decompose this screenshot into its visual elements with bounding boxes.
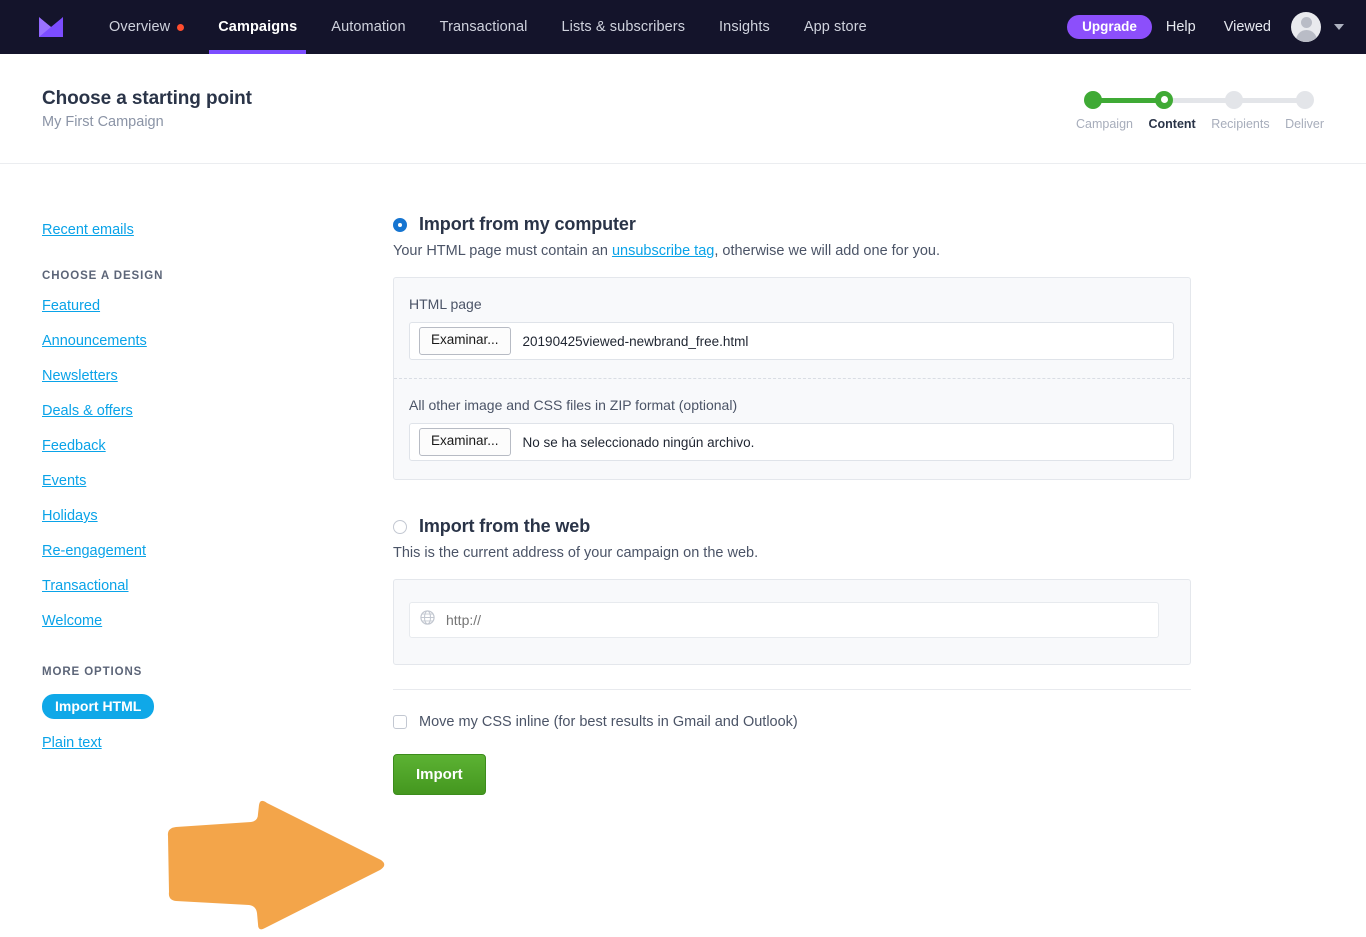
- nav-item-label: Automation: [331, 19, 406, 35]
- page-title: Choose a starting point: [42, 87, 252, 109]
- sidebar-item-import-html[interactable]: Import HTML: [42, 694, 155, 719]
- step-dot-recipients[interactable]: [1225, 90, 1243, 109]
- campaign-url-field[interactable]: [409, 602, 1159, 638]
- section-divider: [393, 689, 1191, 690]
- nav-item-label: Transactional: [439, 19, 528, 35]
- step-dot-campaign[interactable]: [1084, 90, 1102, 109]
- page-header: Choose a starting point My First Campaig…: [0, 54, 1366, 164]
- option-title: Import from my computer: [419, 214, 636, 234]
- account-name-label[interactable]: Viewed: [1210, 19, 1285, 35]
- page-header-titles: Choose a starting point My First Campaig…: [42, 88, 252, 130]
- nav-item-lists-subscribers[interactable]: Lists & subscribers: [544, 0, 702, 54]
- nav-item-label: Insights: [719, 19, 770, 35]
- step-label-content: Content: [1148, 116, 1196, 131]
- mailjet-logo[interactable]: [38, 16, 64, 38]
- help-link[interactable]: Help: [1152, 19, 1210, 35]
- sidebar: Recent emails CHOOSE A DESIGN Featured A…: [0, 164, 345, 798]
- html-page-field-group: HTML page Examinar... 20190425viewed-new…: [394, 278, 1190, 378]
- sidebar-item-welcome[interactable]: Welcome: [42, 613, 102, 629]
- campaign-url-input[interactable]: [444, 611, 1134, 629]
- radio-import-from-web[interactable]: [393, 519, 407, 534]
- upgrade-button[interactable]: Upgrade: [1067, 14, 1152, 40]
- sidebar-item-newsletters[interactable]: Newsletters: [42, 368, 118, 384]
- zip-file-input[interactable]: Examinar... No se ha seleccionado ningún…: [409, 423, 1174, 461]
- sidebar-item-transactional[interactable]: Transactional: [42, 578, 129, 594]
- sidebar-item-events[interactable]: Events: [42, 473, 86, 489]
- nav-item-insights[interactable]: Insights: [702, 0, 787, 54]
- nav-item-overview[interactable]: Overview: [92, 0, 201, 54]
- step-label-campaign: Campaign: [1076, 116, 1133, 131]
- zip-browse-button[interactable]: Examinar...: [419, 428, 511, 456]
- import-computer-description: Your HTML page must contain an unsubscri…: [393, 243, 1366, 259]
- html-file-name: 20190425viewed-newbrand_free.html: [522, 333, 749, 349]
- avatar[interactable]: [1291, 12, 1321, 42]
- inline-css-label: Move my CSS inline (for best results in …: [419, 714, 798, 730]
- nav-links: Overview Campaigns Automation Transactio…: [92, 0, 884, 54]
- page-subtitle: My First Campaign: [42, 113, 164, 130]
- zip-file-name: No se ha seleccionado ningún archivo.: [522, 434, 755, 450]
- stepper-track: [1084, 90, 1316, 109]
- step-label-deliver: Deliver: [1285, 116, 1324, 131]
- import-button[interactable]: Import: [393, 754, 486, 795]
- chevron-down-icon[interactable]: [1334, 24, 1344, 30]
- sidebar-item-feedback[interactable]: Feedback: [42, 438, 106, 454]
- nav-item-label: Lists & subscribers: [561, 19, 686, 35]
- nav-item-label: Overview: [109, 19, 171, 35]
- nav-item-label: App store: [803, 19, 867, 35]
- nav-item-label: Campaigns: [218, 19, 298, 35]
- page-content: Recent emails CHOOSE A DESIGN Featured A…: [0, 164, 1366, 930]
- description-text-before: Your HTML page must contain an: [393, 243, 612, 259]
- nav-item-automation[interactable]: Automation: [314, 0, 422, 54]
- sidebar-item-re-engagement[interactable]: Re-engagement: [42, 543, 146, 559]
- top-navbar: Overview Campaigns Automation Transactio…: [0, 0, 1366, 54]
- option-import-from-computer[interactable]: Import from my computer: [393, 214, 1366, 235]
- nav-item-campaigns[interactable]: Campaigns: [201, 0, 314, 54]
- navbar-right-group: Upgrade Help Viewed: [1067, 12, 1344, 42]
- inline-css-option-row[interactable]: Move my CSS inline (for best results in …: [393, 714, 1366, 730]
- sidebar-item-announcements[interactable]: Announcements: [42, 333, 147, 349]
- nav-item-transactional[interactable]: Transactional: [423, 0, 545, 54]
- stepper-labels: Campaign Content Recipients Deliver: [1076, 117, 1324, 131]
- html-page-label: HTML page: [409, 296, 482, 312]
- file-upload-card: HTML page Examinar... 20190425viewed-new…: [393, 277, 1191, 480]
- sidebar-heading-choose-a-design: CHOOSE A DESIGN: [42, 270, 164, 282]
- globe-icon: [420, 610, 435, 630]
- sidebar-item-plain-text[interactable]: Plain text: [42, 735, 102, 751]
- import-web-description: This is the current address of your camp…: [393, 545, 759, 561]
- zip-label: All other image and CSS files in ZIP for…: [409, 397, 738, 413]
- web-url-card: [393, 579, 1191, 665]
- step-label-recipients: Recipients: [1211, 116, 1270, 131]
- notification-dot-icon: [177, 23, 185, 31]
- option-import-from-web[interactable]: Import from the web: [393, 516, 1366, 537]
- description-text-after: , otherwise we will add one for you.: [714, 243, 941, 259]
- html-file-input[interactable]: Examinar... 20190425viewed-newbrand_free…: [409, 322, 1174, 360]
- progress-stepper: Campaign Content Recipients Deliver: [1076, 87, 1324, 131]
- sidebar-item-featured[interactable]: Featured: [42, 298, 100, 314]
- option-title: Import from the web: [419, 516, 591, 536]
- inline-css-checkbox[interactable]: [393, 715, 407, 729]
- radio-import-from-computer[interactable]: [393, 217, 407, 232]
- html-browse-button[interactable]: Examinar...: [419, 327, 511, 355]
- sidebar-item-holidays[interactable]: Holidays: [42, 508, 98, 524]
- step-dot-content[interactable]: [1155, 90, 1173, 109]
- nav-item-app-store[interactable]: App store: [787, 0, 884, 54]
- main-panel: Import from my computer Your HTML page m…: [345, 164, 1366, 798]
- orange-arrow-annotation: [166, 800, 388, 932]
- sidebar-item-recent-emails[interactable]: Recent emails: [42, 222, 134, 238]
- sidebar-heading-more-options: MORE OPTIONS: [42, 666, 143, 678]
- sidebar-item-deals-offers[interactable]: Deals & offers: [42, 403, 133, 419]
- zip-field-group: All other image and CSS files in ZIP for…: [394, 379, 1190, 479]
- step-dot-deliver[interactable]: [1296, 90, 1314, 109]
- unsubscribe-tag-link[interactable]: unsubscribe tag: [612, 243, 714, 259]
